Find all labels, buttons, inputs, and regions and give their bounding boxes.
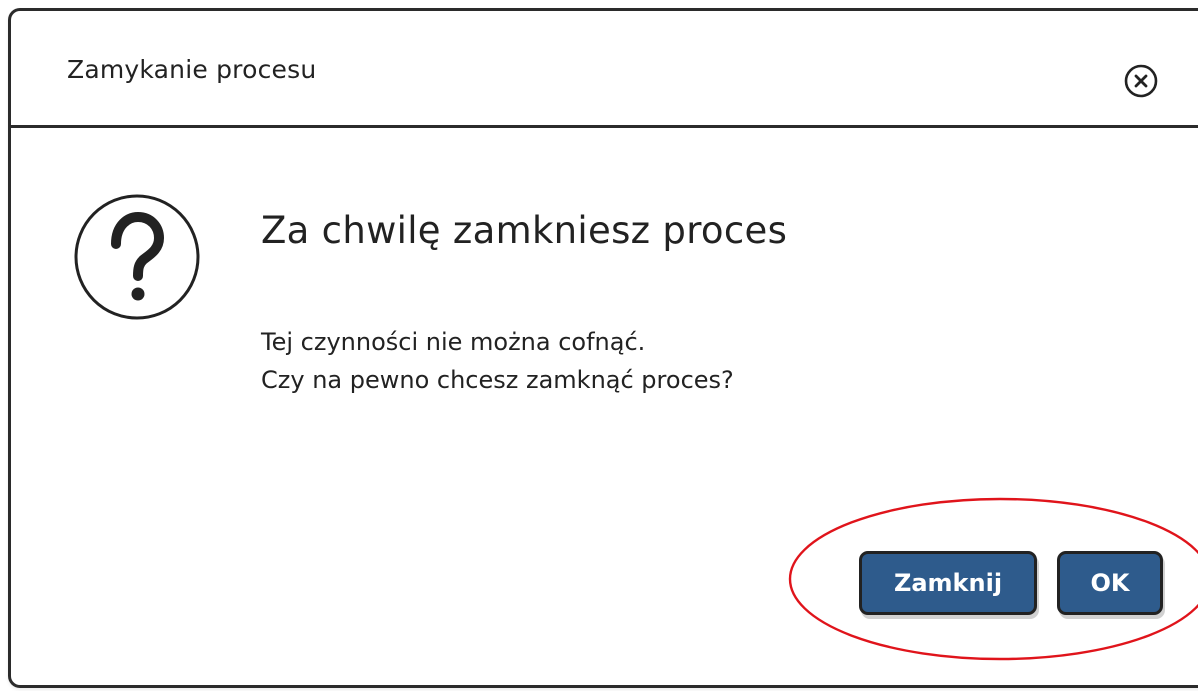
dialog-title: Zamykanie procesu: [67, 55, 317, 84]
confirm-dialog: Zamykanie procesu Za chwilę zamkniesz pr…: [8, 8, 1198, 688]
question-icon: [74, 194, 200, 320]
message-line: Tej czynności nie można cofnąć.: [261, 328, 646, 356]
screen: Zamykanie procesu Za chwilę zamkniesz pr…: [0, 0, 1198, 691]
dialog-message: Tej czynności nie można cofnąć. Czy na p…: [261, 323, 734, 399]
message-line: Czy na pewno chcesz zamknąć proces?: [261, 366, 734, 394]
dialog-titlebar: Zamykanie procesu: [11, 11, 1198, 128]
close-icon[interactable]: [1123, 63, 1159, 99]
zamknij-button[interactable]: Zamknij: [859, 551, 1037, 615]
dialog-heading: Za chwilę zamkniesz proces: [261, 209, 788, 252]
ok-button[interactable]: OK: [1057, 551, 1163, 615]
